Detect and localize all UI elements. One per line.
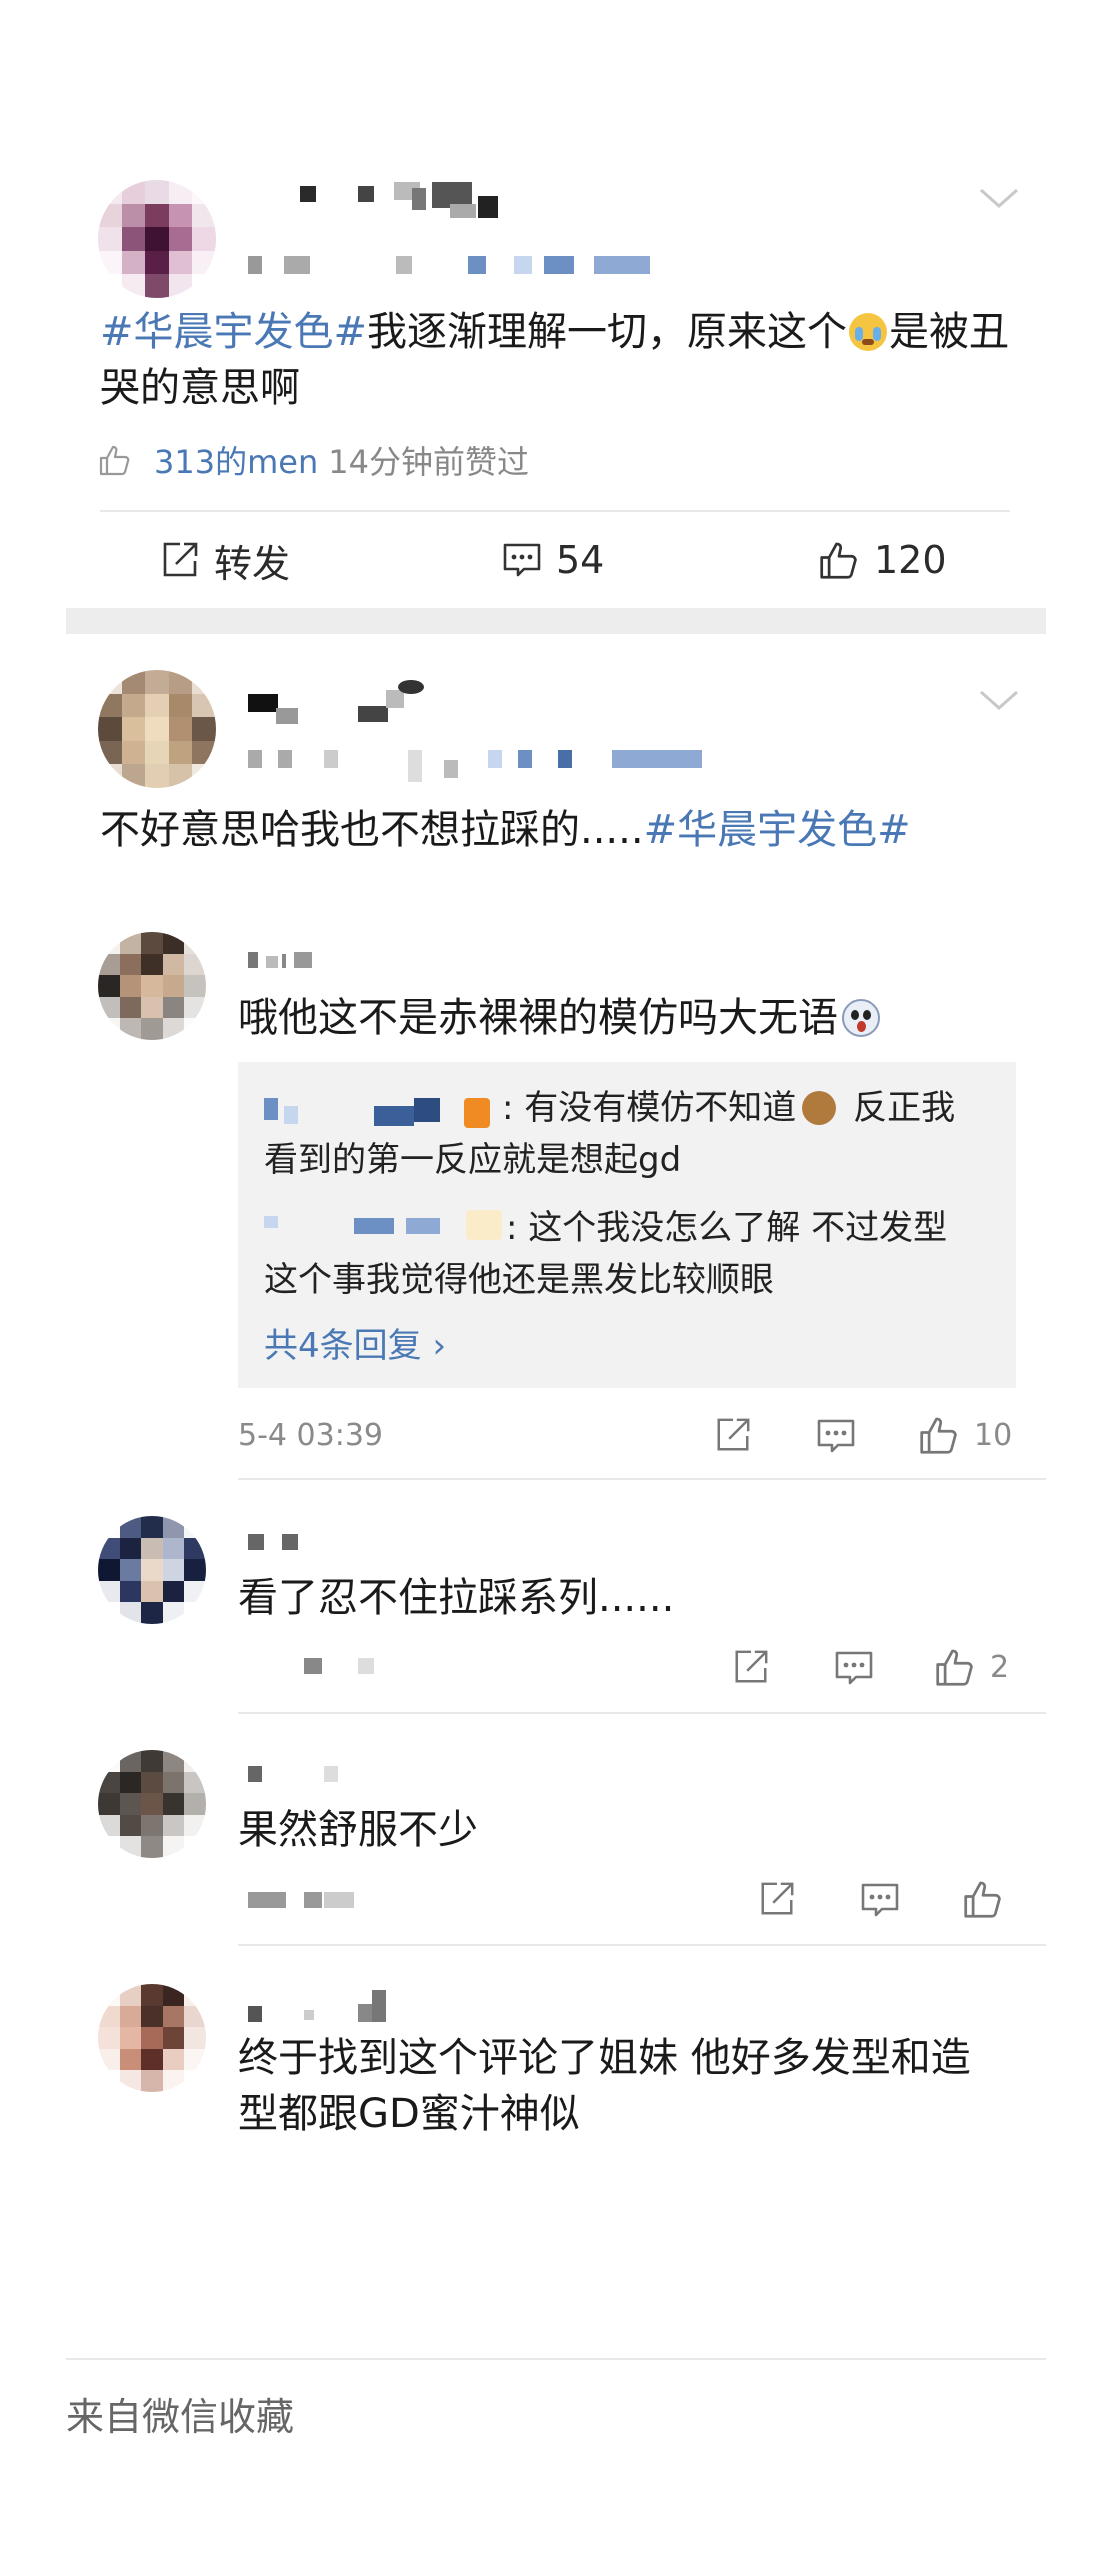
reply-text: : 这个我没怎么了解 不过发型 这个事我觉得他还是黑发比较顺眼: [264, 1208, 948, 1300]
liked-by-row: 313的men 14分钟前赞过: [98, 437, 529, 483]
commenter-name-blurred[interactable]: [248, 1532, 308, 1552]
divider: [238, 1478, 1046, 1480]
like-count: 10: [974, 1417, 1013, 1453]
commenter-name-blurred[interactable]: [248, 946, 348, 974]
repost-button[interactable]: 转发: [160, 532, 290, 588]
chevron-down-icon[interactable]: [978, 184, 1020, 214]
share-icon[interactable]: [758, 1880, 796, 1918]
avatar[interactable]: [98, 1516, 206, 1624]
comment-icon[interactable]: [860, 1880, 900, 1920]
post-meta-blurred: [248, 746, 718, 782]
avatar[interactable]: [98, 1984, 206, 2092]
username-blurred[interactable]: [248, 680, 448, 728]
avatar[interactable]: [98, 670, 216, 788]
crying-emoji-icon: [849, 313, 888, 351]
like-button[interactable]: [962, 1878, 1018, 1920]
thumb-up-icon: [818, 539, 860, 581]
section-separator: [66, 608, 1046, 634]
chevron-down-icon[interactable]: [978, 686, 1020, 716]
like-count: 2: [990, 1649, 1010, 1685]
like-button[interactable]: 120: [818, 532, 947, 588]
reply-text: : 有没有模仿不知道 反正我 看到的第一反应就是想起gd: [264, 1088, 956, 1180]
divider: [238, 1712, 1046, 1714]
divider: [238, 1944, 1046, 1946]
avatar[interactable]: [98, 932, 206, 1040]
like-count: 120: [874, 538, 947, 582]
like-button[interactable]: 10: [918, 1414, 1012, 1456]
share-icon[interactable]: [732, 1648, 770, 1686]
footer-divider: [66, 2358, 1046, 2360]
comment-icon[interactable]: [816, 1416, 856, 1456]
username-blurred[interactable]: [300, 182, 510, 222]
comment-text: 果然舒服不少: [238, 1807, 478, 1853]
commenter-name-blurred[interactable]: [248, 1990, 408, 2024]
avatar[interactable]: [98, 180, 216, 298]
comment-meta-blurred: [304, 1656, 384, 1676]
post-text: 不好意思哈我也不想拉踩的.....#华晨宇发色#: [100, 807, 911, 853]
more-replies-link[interactable]: 共4条回复 ›: [264, 1318, 446, 1367]
liked-by-time: 14分钟前赞过: [328, 443, 529, 481]
thumb-up-icon: [98, 443, 132, 477]
thumb-up-icon: [918, 1414, 960, 1456]
comment-text: 终于找到这个评论了姐妹 他好多发型和造 型都跟GD蜜汁神似: [238, 2035, 971, 2137]
shocked-emoji-icon: [842, 999, 880, 1037]
thumb-up-icon: [962, 1878, 1004, 1920]
comment-meta-blurred: [248, 1890, 368, 1912]
comment-button[interactable]: 54: [502, 532, 604, 588]
liked-by-user[interactable]: 313的men: [154, 437, 318, 483]
share-icon[interactable]: [714, 1416, 752, 1454]
like-button[interactable]: 2: [934, 1646, 1009, 1688]
thumb-up-icon: [934, 1646, 976, 1688]
repost-label: 转发: [214, 541, 291, 586]
comment-icon: [502, 540, 542, 580]
avatar[interactable]: [98, 1750, 206, 1858]
comment-time: 5-4 03:39: [238, 1418, 383, 1453]
comment-icon[interactable]: [834, 1648, 874, 1688]
post-meta-blurred: [248, 254, 668, 276]
monkey-emoji-icon: [802, 1091, 837, 1125]
topic-tag[interactable]: #华晨宇发色#: [100, 309, 367, 355]
commenter-name-blurred[interactable]: [248, 1764, 348, 1786]
share-icon: [160, 540, 200, 580]
post-text: #华晨宇发色#我逐渐理解一切，原来这个 是被丑 哭的意思啊: [100, 309, 1010, 411]
comment-text: 哦他这不是赤裸裸的模仿吗大无语: [238, 990, 1038, 1046]
comment-count: 54: [556, 538, 605, 582]
divider: [100, 510, 1010, 512]
topic-tag[interactable]: #华晨宇发色#: [644, 807, 911, 853]
source-label: 来自微信收藏: [66, 2395, 295, 2439]
comment-text: 看了忍不住拉踩系列......: [238, 1575, 675, 1621]
replies-box[interactable]: : 有没有模仿不知道 反正我 看到的第一反应就是想起gd : 这个我没怎么了解 …: [238, 1062, 1016, 1388]
